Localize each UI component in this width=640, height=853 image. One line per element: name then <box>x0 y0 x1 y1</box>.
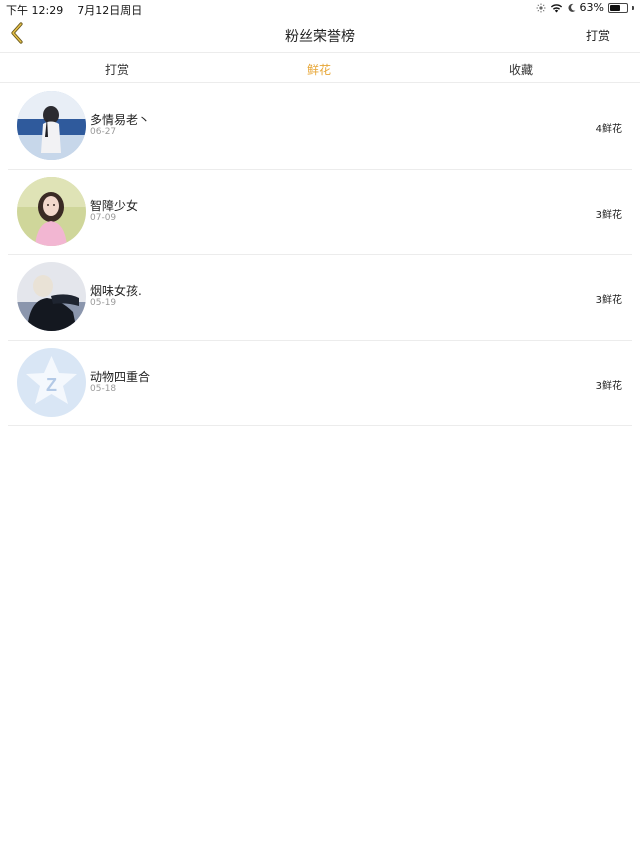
fan-row[interactable]: 智障少女 07-09 3鲜花 <box>8 170 632 255</box>
fan-date: 07-09 <box>90 212 117 223</box>
fan-name: 智障少女 <box>90 198 139 213</box>
flower-count: 3鲜花 <box>595 380 622 392</box>
tab-flowers[interactable]: 鲜花 <box>307 61 331 78</box>
fan-list: 多情易老丶 06-27 4鲜花 智障少女 07-09 3鲜花 烟味女孩. 05-… <box>8 84 632 426</box>
fan-name: 多情易老丶 <box>90 113 151 127</box>
avatar: Z <box>17 347 86 417</box>
tab-bar: 打赏 鲜花 收藏 <box>0 54 640 83</box>
status-right: 63% <box>536 1 634 14</box>
fan-name: 动物四重合 <box>90 369 151 384</box>
fan-name: 烟味女孩. <box>90 284 142 298</box>
avatar <box>17 176 86 246</box>
moon-icon <box>567 3 576 13</box>
nav-bar: 粉丝荣誉榜 打赏 <box>0 16 640 53</box>
svg-text:Z: Z <box>46 375 57 395</box>
battery-fill <box>610 4 621 11</box>
page-title: 粉丝荣誉榜 <box>285 29 355 45</box>
wifi-icon <box>550 3 563 13</box>
fan-date: 06-27 <box>90 127 117 137</box>
battery-percent: 63% <box>579 1 604 14</box>
tab-reward[interactable]: 打赏 <box>105 61 129 78</box>
fan-row[interactable]: 烟味女孩. 05-19 3鲜花 <box>8 255 632 341</box>
battery-icon <box>608 2 628 13</box>
battery-tip <box>632 5 634 10</box>
fan-date: 05-18 <box>90 383 117 394</box>
flower-count: 3鲜花 <box>595 295 622 306</box>
status-bar: 下午 12:29 7月12日周日 63% <box>0 0 640 17</box>
fan-row[interactable]: Z 动物四重合 05-18 3鲜花 <box>8 341 632 426</box>
avatar <box>17 262 86 331</box>
tab-favorites[interactable]: 收藏 <box>509 61 533 78</box>
fan-row[interactable]: 多情易老丶 06-27 4鲜花 <box>8 84 632 170</box>
fan-date: 05-19 <box>90 298 117 308</box>
flower-count: 3鲜花 <box>595 209 622 221</box>
reward-button[interactable]: 打赏 <box>586 27 610 44</box>
flower-count: 4鲜花 <box>595 124 622 135</box>
brightness-icon <box>536 3 546 13</box>
avatar <box>17 91 86 160</box>
